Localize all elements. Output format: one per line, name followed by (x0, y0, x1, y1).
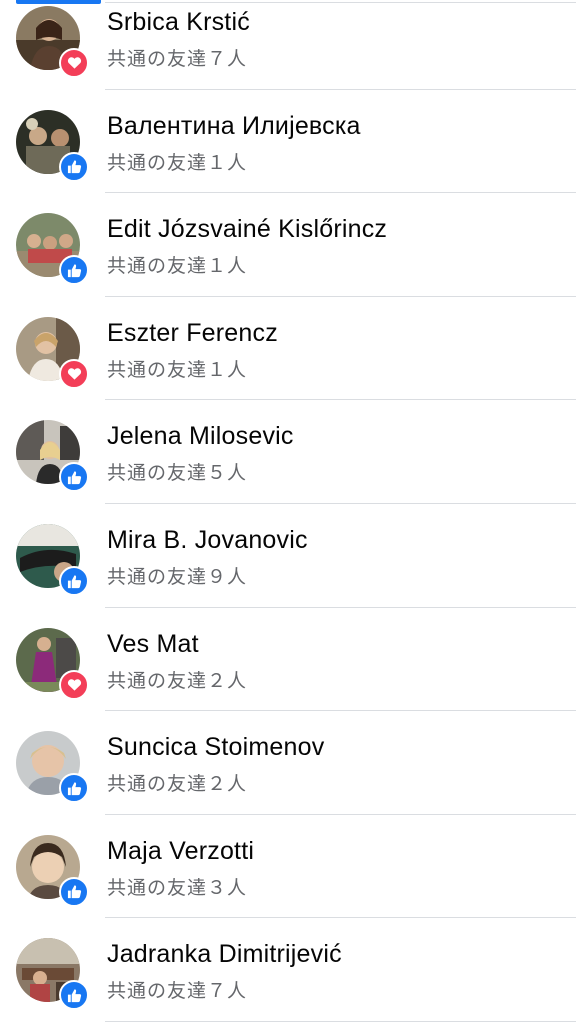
love-icon (59, 48, 89, 78)
person-name[interactable]: Srbica Krstić (107, 8, 250, 37)
love-icon (59, 358, 89, 389)
like-icon (59, 255, 89, 286)
person-name[interactable]: Jadranka Dimitrijević (107, 940, 342, 969)
list-item[interactable]: Srbica Krstić 共通の友達７人 (0, 0, 576, 90)
list-item[interactable]: Ves Mat 共通の友達２人 (0, 608, 576, 712)
like-icon (59, 462, 89, 493)
list-item[interactable]: Mira B. Jovanovic 共通の友達９人 (0, 504, 576, 608)
mutual-friends: 共通の友達２人 (107, 774, 248, 796)
mutual-friends: 共通の友達１人 (107, 152, 248, 174)
list-item[interactable]: Suncica Stoimenov 共通の友達２人 (0, 711, 576, 815)
mutual-friends: 共通の友達２人 (107, 670, 248, 692)
mutual-friends: 共通の友達９人 (107, 567, 248, 588)
list-item[interactable]: Edit Józsvainé Kislőrincz 共通の友達１人 (0, 193, 576, 297)
mutual-friends: 共通の友達３人 (107, 877, 248, 899)
love-icon (59, 669, 89, 700)
list-item[interactable]: Валентина Илијевска 共通の友達１人 (0, 90, 576, 194)
person-name[interactable]: Eszter Ferencz (107, 319, 278, 348)
mutual-friends: 共通の友達７人 (107, 981, 248, 1003)
person-name[interactable]: Edit Józsvainé Kislőrincz (107, 215, 387, 244)
list-item[interactable]: Eszter Ferencz 共通の友達１人 (0, 297, 576, 401)
person-name[interactable]: Jelena Milosevic (107, 422, 294, 451)
mutual-friends: 共通の友達７人 (107, 49, 248, 70)
like-icon (59, 566, 89, 596)
list-item[interactable]: Jadranka Dimitrijević 共通の友達７人 (0, 918, 576, 1022)
like-icon (59, 773, 89, 804)
mutual-friends: 共通の友達５人 (107, 463, 248, 485)
row-divider (105, 1020, 576, 1022)
mutual-friends: 共通の友達１人 (107, 256, 248, 278)
person-name[interactable]: Maja Verzotti (107, 837, 254, 866)
person-name[interactable]: Валентина Илијевска (107, 112, 361, 141)
person-name[interactable]: Mira B. Jovanovic (107, 526, 308, 555)
mutual-friends: 共通の友達１人 (107, 359, 248, 381)
list-item[interactable]: Maja Verzotti 共通の友達３人 (0, 815, 576, 919)
person-name[interactable]: Suncica Stoimenov (107, 733, 324, 762)
like-icon (59, 876, 89, 907)
person-name[interactable]: Ves Mat (107, 630, 199, 659)
like-icon (59, 151, 89, 182)
like-icon (59, 980, 89, 1011)
list-item[interactable]: Jelena Milosevic 共通の友達５人 (0, 400, 576, 504)
